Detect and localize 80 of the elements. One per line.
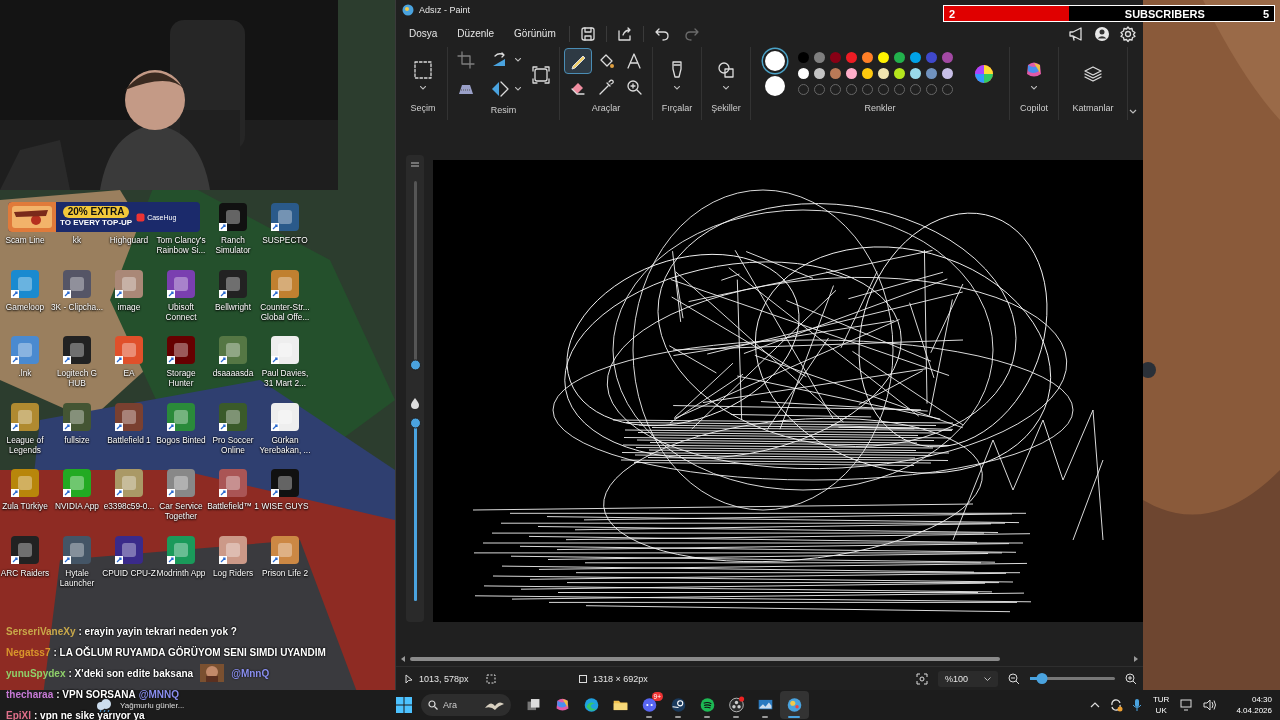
line-icon [410,161,420,169]
cursor-position: 1013, 578px [419,673,470,684]
menu-item[interactable]: Düzenle [447,22,505,45]
zoom-dropdown[interactable]: %100 [937,670,998,687]
goal-target: 5 [1262,7,1269,20]
chevron-icon[interactable] [674,86,680,90]
group-label: Copilot [1019,102,1049,115]
menu-item[interactable]: Dosya [399,22,448,45]
color-swatch[interactable] [877,52,889,63]
music-icon[interactable] [699,695,716,715]
chevron-icon[interactable] [1031,86,1037,90]
active-color[interactable] [765,51,785,71]
chevron-icon [984,676,991,681]
color-swatch[interactable] [813,68,825,79]
account-icon[interactable] [1093,24,1111,43]
color-swatch[interactable] [893,52,905,63]
collapse-chevron-icon[interactable] [1129,109,1137,114]
group-label: Seçim [409,102,437,115]
paint-app-icon [402,4,414,16]
clock[interactable]: 04:30 4.04.2026 [1236,694,1272,716]
steam-icon[interactable] [670,695,687,715]
microphone-icon[interactable] [1131,698,1142,712]
window-title: Adsız - Paint [419,5,471,15]
active-color[interactable] [765,76,785,96]
group-label: Renkler [863,102,897,115]
color-swatch[interactable] [909,68,921,79]
selection-size-icon [486,673,496,684]
network-icon[interactable] [1180,699,1195,711]
color-swatch[interactable] [941,68,953,79]
scrollbar-thumb[interactable] [410,656,1000,661]
chevron-icon[interactable] [723,86,729,90]
color-swatch[interactable] [829,52,841,63]
color-swatch[interactable] [861,68,873,79]
settings-icon[interactable] [1119,24,1137,43]
fit-screen-icon[interactable] [915,672,928,685]
group-label: Katmanlar [1071,102,1115,115]
group-label: Araçlar [590,102,622,115]
search-field[interactable]: Ara [421,694,511,716]
color-swatch[interactable] [797,52,809,63]
goal-current: 2 [949,7,956,20]
scroll-left-icon[interactable] [400,655,406,662]
color-swatch[interactable] [941,52,953,63]
color-swatch[interactable] [845,68,857,79]
zoom-in-icon[interactable] [1125,672,1137,685]
paint-app-icon[interactable] [786,695,803,715]
color-swatch[interactable] [797,68,809,79]
sync-icon[interactable] [1108,698,1123,712]
color-swatch[interactable] [829,68,841,79]
color-swatch[interactable] [877,68,889,79]
canvas-size: 1318 × 692px [593,673,648,684]
record-icon[interactable] [728,695,745,715]
chevron-icon[interactable] [515,87,521,91]
zoom-out-icon[interactable] [1008,672,1020,685]
group-label: Resim [489,104,518,117]
color-swatch[interactable] [925,52,937,63]
start-button[interactable] [393,694,415,716]
language-indicator[interactable]: TUR UK [1150,694,1172,716]
color-swatch[interactable] [845,52,857,63]
canvas-size-icon [578,673,588,684]
color-swatch[interactable] [861,52,873,63]
pencil-icon[interactable] [564,47,592,74]
group-label: Fırçalar [660,102,694,115]
color-wheel-icon[interactable] [973,62,995,85]
menu-item[interactable]: Görünüm [504,22,566,45]
volume-icon[interactable] [1203,699,1218,711]
search-icon [428,700,438,710]
goal-label: SUBSCRIBERS [1124,7,1205,20]
color-swatch[interactable] [909,52,921,63]
color-swatch[interactable] [925,68,937,79]
color-swatch[interactable] [893,68,905,79]
color-swatch[interactable] [813,52,825,63]
scroll-right-icon[interactable] [1133,655,1139,662]
active-app-button[interactable] [780,691,809,719]
browser-icon[interactable] [583,695,600,715]
tray-chevron-icon[interactable] [1089,702,1100,708]
chevron-icon[interactable] [515,58,521,62]
group-label: Şekiller [710,102,742,115]
chevron-icon[interactable] [420,86,426,90]
droplet-icon [410,397,420,409]
pointer-icon [404,673,414,684]
